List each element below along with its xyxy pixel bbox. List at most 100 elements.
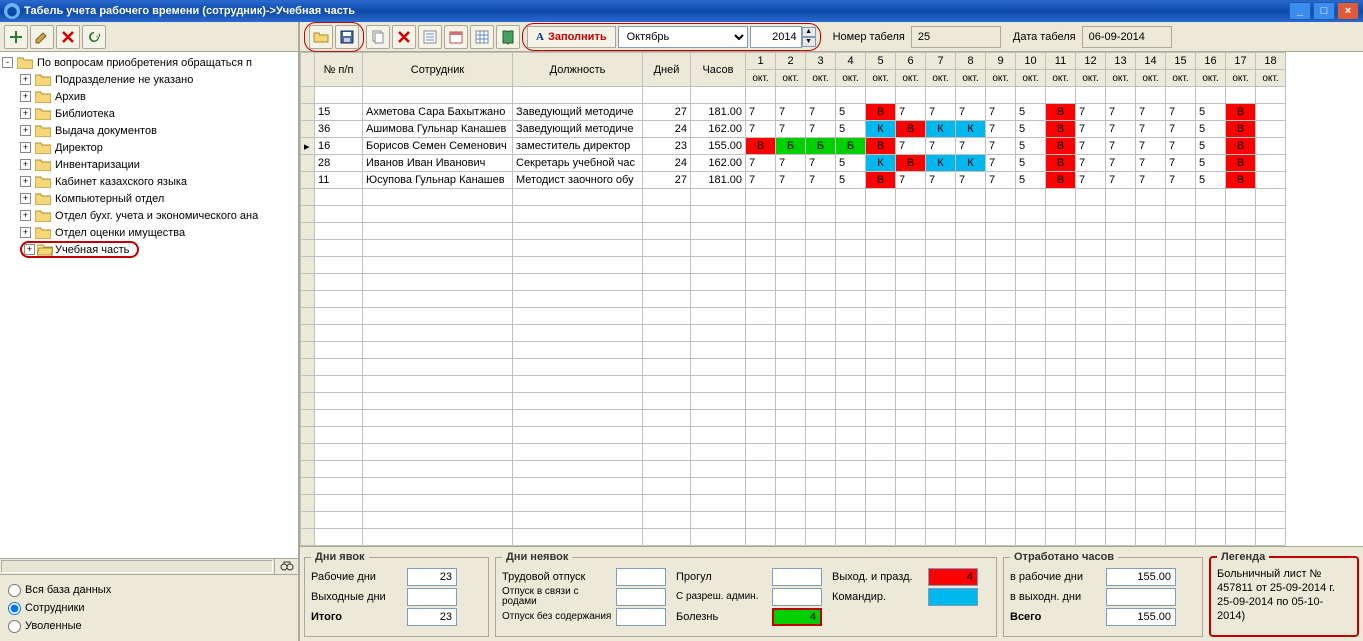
grid-button[interactable] <box>470 25 494 49</box>
tree-toggle[interactable]: + <box>24 244 35 255</box>
folder-icon <box>35 90 51 103</box>
table-row[interactable]: 28Иванов Иван ИвановичСекретарь учебной … <box>301 155 1286 172</box>
minimize-button[interactable]: _ <box>1289 2 1311 20</box>
tree-item-label[interactable]: Кабинет казахского языка <box>53 176 189 188</box>
calendar-button[interactable] <box>444 25 468 49</box>
tree-item-label[interactable]: Компьютерный отдел <box>53 193 166 205</box>
org-tree[interactable]: - По вопросам приобретения обращаться п + П… <box>0 52 298 558</box>
offdays-value <box>407 588 457 606</box>
tree-toggle[interactable]: + <box>20 210 31 221</box>
left-pane: - По вопросам приобретения обращаться п + П… <box>0 22 300 641</box>
tree-toggle[interactable]: + <box>20 159 31 170</box>
fill-button[interactable]: АЗаполнить <box>527 26 616 48</box>
tree-hscrollbar[interactable] <box>1 560 273 573</box>
book-button[interactable] <box>496 25 520 49</box>
tree-toggle[interactable]: + <box>20 91 31 102</box>
open-button[interactable] <box>309 25 333 49</box>
tree-item-label[interactable]: Отдел бухг. учета и экономического ана <box>53 210 260 222</box>
tree-toggle[interactable]: + <box>20 227 31 238</box>
sick-value: 4 <box>772 608 822 626</box>
folder-icon <box>37 243 53 256</box>
truancy-value <box>772 568 822 586</box>
folder-icon <box>35 141 51 154</box>
tree-item-label[interactable]: Подразделение не указано <box>53 74 195 86</box>
list-button[interactable] <box>418 25 442 49</box>
legend-title: Легенда <box>1217 551 1269 563</box>
close-button[interactable]: × <box>1337 2 1359 20</box>
month-select[interactable]: Октябрь <box>618 26 748 48</box>
tree-item-label[interactable]: Архив <box>53 91 88 103</box>
tree-item-label[interactable]: Учебная часть <box>53 244 131 256</box>
folder-icon <box>35 226 51 239</box>
copy-button[interactable] <box>366 25 390 49</box>
radio-all[interactable]: Вся база данных <box>8 581 290 599</box>
totaldays-value: 23 <box>407 608 457 626</box>
filter-radios: Вся база данных Сотрудники Уволенные <box>0 574 298 641</box>
tree-toggle[interactable]: + <box>20 108 31 119</box>
tree-item-label[interactable]: Инвентаризации <box>53 159 142 171</box>
hours-offdays <box>1106 588 1176 606</box>
attendance-group: Дни явок Рабочие дни23 Выходные дни Итог… <box>304 551 489 637</box>
legend-text: Больничный лист № 457811 от 25-09-2014 г… <box>1217 567 1351 623</box>
tree-toolbar <box>0 22 298 52</box>
folder-icon <box>35 107 51 120</box>
tree-toggle[interactable]: + <box>20 142 31 153</box>
maximize-button[interactable]: □ <box>1313 2 1335 20</box>
folder-icon <box>35 158 51 171</box>
hours-title: Отработано часов <box>1010 551 1118 563</box>
table-row[interactable]: 15Ахметова Сара БахытжаноЗаведующий мето… <box>301 104 1286 121</box>
timesheet-number-label: Номер табеля <box>833 31 905 43</box>
table-row[interactable]: 36Ашимова Гульнар КанашевЗаведующий мето… <box>301 121 1286 138</box>
edit-button[interactable] <box>30 25 54 49</box>
folder-icon <box>17 56 33 69</box>
workdays-value: 23 <box>407 568 457 586</box>
tree-item-label[interactable]: Отдел оценки имущества <box>53 227 187 239</box>
year-input[interactable] <box>750 26 802 48</box>
save-button[interactable] <box>335 25 359 49</box>
year-up[interactable]: ▲ <box>802 27 816 37</box>
tree-toggle[interactable]: + <box>20 176 31 187</box>
folder-icon <box>35 192 51 205</box>
tree-item-label[interactable]: Библиотека <box>53 108 117 120</box>
admin-value <box>772 588 822 606</box>
main-toolbar: АЗаполнить Октябрь ▲▼ Номер табеля 25 Да… <box>300 22 1363 52</box>
year-down[interactable]: ▼ <box>802 37 816 47</box>
app-icon: ⬤ <box>4 3 20 19</box>
tree-item-label[interactable]: Выдача документов <box>53 125 159 137</box>
add-button[interactable] <box>4 25 28 49</box>
holiday-value: 4 <box>928 568 978 586</box>
radio-employees[interactable]: Сотрудники <box>8 599 290 617</box>
summary-panel: Дни явок Рабочие дни23 Выходные дни Итог… <box>300 546 1363 641</box>
absence-title: Дни неявок <box>502 551 572 563</box>
window-title: Табель учета рабочего времени (сотрудник… <box>24 5 355 17</box>
hours-workdays: 155.00 <box>1106 568 1176 586</box>
timesheet-date-label: Дата табеля <box>1013 31 1076 43</box>
timesheet-grid[interactable]: № п/пСотрудникДолжностьДнейЧасов12345678… <box>300 52 1363 546</box>
timesheet-number-value: 25 <box>911 26 1001 48</box>
hours-group: Отработано часов в рабочие дни155.00 в в… <box>1003 551 1203 637</box>
search-tree-icon[interactable] <box>274 559 298 574</box>
radio-fired[interactable]: Уволенные <box>8 617 290 635</box>
table-row[interactable]: ▸16Борисов Семен Семеновичзаместитель ди… <box>301 138 1286 155</box>
folder-icon <box>35 73 51 86</box>
refresh-button[interactable] <box>82 25 106 49</box>
attendance-title: Дни явок <box>311 551 369 563</box>
unpaid-value <box>616 608 666 626</box>
maternity-value <box>616 588 666 606</box>
window-titlebar: ⬤ Табель учета рабочего времени (сотрудн… <box>0 0 1363 22</box>
delete-button[interactable] <box>56 25 80 49</box>
timesheet-date-value: 06-09-2014 <box>1082 26 1172 48</box>
delete-row-button[interactable] <box>392 25 416 49</box>
folder-icon <box>35 175 51 188</box>
hours-total: 155.00 <box>1106 608 1176 626</box>
tree-toggle[interactable]: + <box>20 193 31 204</box>
table-row[interactable]: 11Юсупова Гульнар КанашевМетодист заочно… <box>301 172 1286 189</box>
tree-toggle[interactable]: + <box>20 74 31 85</box>
tree-toggle[interactable]: - <box>2 57 13 68</box>
tree-scrollbar-row <box>0 558 298 574</box>
folder-icon <box>35 124 51 137</box>
tree-item-label[interactable]: Директор <box>53 142 105 154</box>
vacation-value <box>616 568 666 586</box>
tree-root-label[interactable]: По вопросам приобретения обращаться п <box>35 57 254 69</box>
tree-toggle[interactable]: + <box>20 125 31 136</box>
